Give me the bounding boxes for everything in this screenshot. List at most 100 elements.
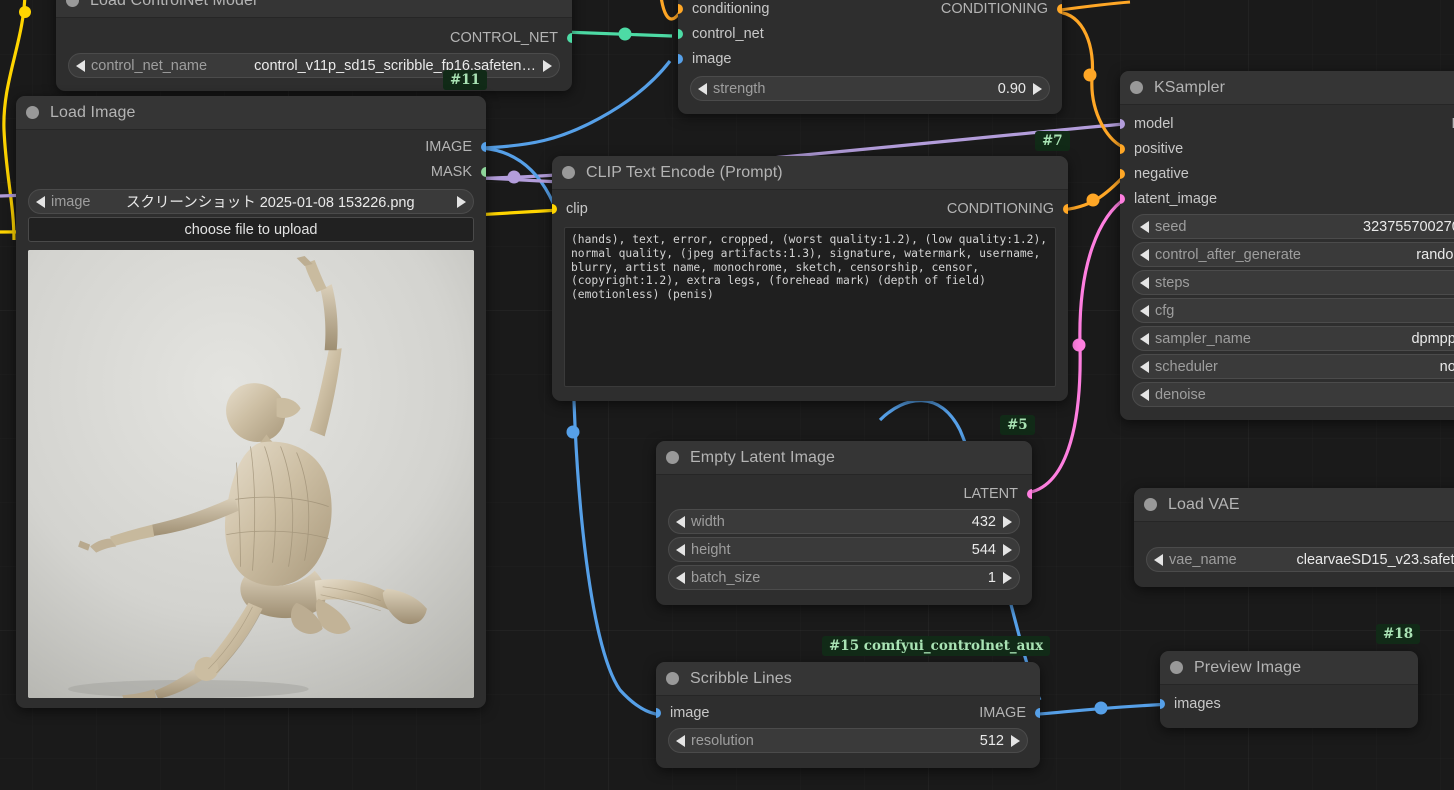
increment-arrow-icon[interactable]	[1011, 734, 1020, 747]
slot-row-image[interactable]: image IMAGE	[656, 700, 1040, 725]
decrement-arrow-icon[interactable]	[676, 543, 685, 556]
decrement-arrow-icon[interactable]	[1140, 388, 1149, 401]
slot-row-positive[interactable]: positive	[1120, 136, 1454, 161]
collapse-dot-icon[interactable]	[1130, 81, 1143, 94]
decrement-arrow-icon[interactable]	[1154, 553, 1163, 566]
widget-width[interactable]: width 432	[668, 509, 1020, 534]
increment-arrow-icon[interactable]	[456, 195, 466, 208]
widget-resolution[interactable]: resolution 512	[668, 728, 1028, 753]
decrement-arrow-icon[interactable]	[676, 734, 685, 747]
decrement-arrow-icon[interactable]	[676, 571, 685, 584]
decrement-arrow-icon[interactable]	[1140, 276, 1149, 289]
port-dot-model[interactable]	[1120, 118, 1125, 129]
node-scribble-lines[interactable]: Scribble Lines image IMAGE resolution 51…	[656, 662, 1040, 768]
widget-scheduler[interactable]: scheduler normal	[1132, 354, 1454, 379]
node-header[interactable]: Load Image	[16, 96, 486, 130]
widget-sampler-name[interactable]: sampler_name dpmpp_2m	[1132, 326, 1454, 351]
port-dot-mask[interactable]	[481, 166, 486, 177]
input-slot-image[interactable]: image	[678, 46, 1062, 71]
collapse-dot-icon[interactable]	[1170, 661, 1183, 674]
node-load-controlnet-model[interactable]: Load ControlNet Model CONTROL_NET contro…	[56, 0, 572, 91]
collapse-dot-icon[interactable]	[666, 672, 679, 685]
output-slot-control-net[interactable]: CONTROL_NET	[56, 25, 572, 50]
increment-arrow-icon[interactable]	[1003, 515, 1012, 528]
image-preview-thumbnail[interactable]	[28, 250, 474, 698]
port-dot-images[interactable]	[1160, 698, 1165, 709]
port-dot-control-net[interactable]	[567, 32, 572, 43]
decrement-arrow-icon[interactable]	[1140, 248, 1149, 261]
increment-arrow-icon[interactable]	[1003, 543, 1012, 556]
port-dot-image-out[interactable]	[1035, 707, 1040, 718]
graph-canvas[interactable]: Load ControlNet Model CONTROL_NET contro…	[0, 0, 1454, 790]
decrement-arrow-icon[interactable]	[698, 82, 707, 95]
output-slot-image[interactable]: IMAGE	[16, 134, 486, 159]
node-empty-latent-image[interactable]: Empty Latent Image LATENT width 432 heig…	[656, 441, 1032, 605]
output-slot-mask[interactable]: MASK	[16, 159, 486, 184]
node-clip-text-encode[interactable]: CLIP Text Encode (Prompt) clip CONDITION…	[552, 156, 1068, 401]
increment-arrow-icon[interactable]	[543, 59, 552, 72]
widget-image[interactable]: image スクリーンショット 2025-01-08 153226.png	[28, 189, 474, 214]
port-dot-positive[interactable]	[1120, 143, 1125, 154]
port-dot-control-net[interactable]	[678, 28, 683, 39]
slot-row-negative[interactable]: negative	[1120, 161, 1454, 186]
widget-control-after-generate[interactable]: control_after_generate randomize	[1132, 242, 1454, 267]
port-dot-latent[interactable]	[1027, 488, 1032, 499]
choose-file-to-upload-button[interactable]: choose file to upload	[28, 217, 474, 242]
decrement-arrow-icon[interactable]	[1140, 220, 1149, 233]
node-header[interactable]: Load ControlNet Model	[56, 0, 572, 18]
widget-cfg[interactable]: cfg 7.0	[1132, 298, 1454, 323]
node-header[interactable]: Empty Latent Image	[656, 441, 1032, 475]
node-header[interactable]: Load VAE	[1134, 488, 1454, 522]
decrement-arrow-icon[interactable]	[1140, 360, 1149, 373]
node-ksampler[interactable]: KSampler model LATENT positive negative …	[1120, 71, 1454, 420]
input-slot-control-net[interactable]: control_net	[678, 21, 1062, 46]
widget-steps[interactable]: steps 50	[1132, 270, 1454, 295]
decrement-arrow-icon[interactable]	[1140, 304, 1149, 317]
widget-strength[interactable]: strength 0.90	[690, 76, 1050, 101]
port-dot-latent-image[interactable]	[1120, 193, 1125, 204]
decrement-arrow-icon[interactable]	[36, 195, 45, 208]
node-load-vae[interactable]: Load VAE vae_name clearvaeSD15_v23.safet…	[1134, 488, 1454, 587]
output-slot-latent[interactable]: LATENT	[656, 481, 1032, 506]
prompt-textarea[interactable]: (hands), text, error, cropped, (worst qu…	[564, 227, 1056, 387]
port-dot-image[interactable]	[678, 53, 683, 64]
node-title: Load Image	[50, 103, 136, 121]
slot-row-model[interactable]: model LATENT	[1120, 111, 1454, 136]
increment-arrow-icon[interactable]	[1033, 82, 1042, 95]
node-header[interactable]: Preview Image	[1160, 651, 1418, 685]
node-header[interactable]: Scribble Lines	[656, 662, 1040, 696]
collapse-dot-icon[interactable]	[1144, 498, 1157, 511]
collapse-dot-icon[interactable]	[26, 106, 39, 119]
node-load-image[interactable]: Load Image IMAGE MASK image スクリーンショット 20…	[16, 96, 486, 708]
decrement-arrow-icon[interactable]	[76, 59, 85, 72]
port-dot-clip[interactable]	[552, 203, 557, 214]
node-header[interactable]: CLIP Text Encode (Prompt)	[552, 156, 1068, 190]
decrement-arrow-icon[interactable]	[676, 515, 685, 528]
input-slot-conditioning[interactable]: conditioning CONDITIONING	[678, 0, 1062, 21]
node-title: CLIP Text Encode (Prompt)	[586, 163, 783, 181]
decrement-arrow-icon[interactable]	[1140, 332, 1149, 345]
increment-arrow-icon[interactable]	[1003, 571, 1012, 584]
port-dot-image-in[interactable]	[656, 707, 661, 718]
widget-vae-name[interactable]: vae_name clearvaeSD15_v23.safetensors	[1146, 547, 1454, 572]
widget-batch-size[interactable]: batch_size 1	[668, 565, 1020, 590]
slot-row-clip[interactable]: clip CONDITIONING	[552, 196, 1068, 221]
node-preview-image[interactable]: Preview Image images	[1160, 651, 1418, 728]
node-header[interactable]: KSampler	[1120, 71, 1454, 105]
slot-row-latent-image[interactable]: latent_image	[1120, 186, 1454, 211]
node-apply-controlnet[interactable]: Apply ControlNet conditioning CONDITIONI…	[678, 0, 1062, 114]
widget-height[interactable]: height 544	[668, 537, 1020, 562]
port-dot-conditioning[interactable]	[678, 3, 683, 14]
collapse-dot-icon[interactable]	[66, 0, 79, 7]
collapse-dot-icon[interactable]	[562, 166, 575, 179]
port-dot-conditioning-out[interactable]	[1057, 3, 1062, 14]
slot-row-images[interactable]: images	[1160, 691, 1418, 716]
port-dot-negative[interactable]	[1120, 168, 1125, 179]
port-dot-conditioning[interactable]	[1063, 203, 1068, 214]
slot-label: IMAGE	[979, 704, 1026, 721]
widget-seed[interactable]: seed 323755700270325	[1132, 214, 1454, 239]
widget-denoise[interactable]: denoise 1.00	[1132, 382, 1454, 407]
port-dot-image[interactable]	[481, 141, 486, 152]
node-body: IMAGE MASK image スクリーンショット 2025-01-08 15…	[16, 130, 486, 708]
collapse-dot-icon[interactable]	[666, 451, 679, 464]
